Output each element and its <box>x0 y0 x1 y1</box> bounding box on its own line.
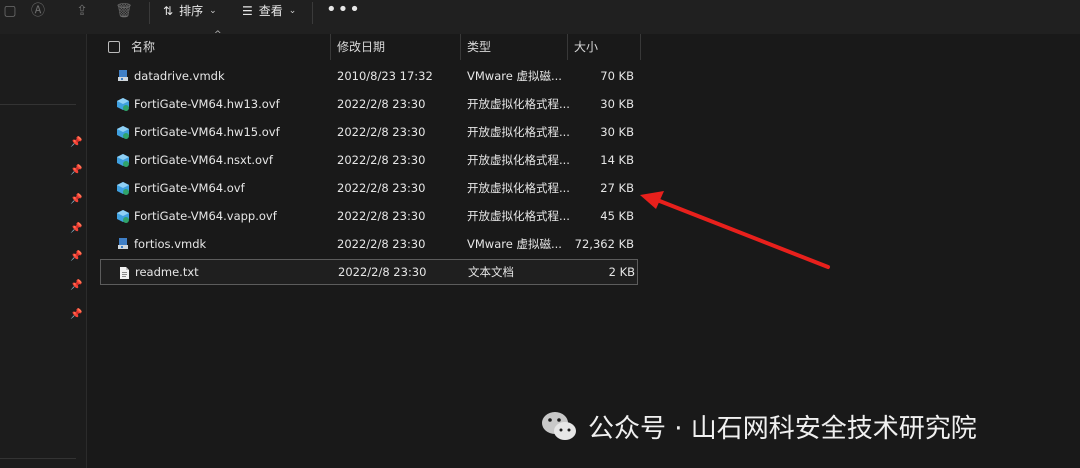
pin-icon[interactable]: 📌 <box>70 310 82 320</box>
ovf-file-icon <box>117 210 129 223</box>
nav-divider <box>0 104 76 105</box>
column-divider[interactable] <box>567 34 568 60</box>
file-row-selected[interactable]: readme.txt 2022/2/8 23:30 文本文档 2 KB <box>100 259 638 285</box>
pin-icon[interactable]: 📌 <box>70 138 82 148</box>
sort-button[interactable]: ⇅ 排序 ⌄ <box>163 2 217 20</box>
file-row[interactable]: FortiGate-VM64.vapp.ovf 2022/2/8 23:30 开… <box>100 203 638 229</box>
file-row[interactable]: fortios.vmdk 2022/2/8 23:30 VMware 虚拟磁..… <box>100 231 638 257</box>
pin-icon[interactable]: 📌 <box>70 195 82 205</box>
column-divider[interactable] <box>330 34 331 60</box>
more-options-button[interactable]: ••• <box>326 0 361 20</box>
file-row[interactable]: FortiGate-VM64.nsxt.ovf 2022/2/8 23:30 开… <box>100 147 638 173</box>
file-date: 2022/2/8 23:30 <box>337 97 426 111</box>
file-type: 文本文档 <box>468 265 514 279</box>
pin-icon[interactable]: 📌 <box>70 281 82 291</box>
chevron-down-icon: ⌄ <box>288 6 297 16</box>
file-size: 14 KB <box>600 153 634 167</box>
view-button[interactable]: ☰ 查看 ⌄ <box>242 2 296 20</box>
file-size: 72,362 KB <box>574 237 634 251</box>
file-date: 2010/8/23 17:32 <box>337 69 433 83</box>
file-date: 2022/2/8 23:30 <box>337 209 426 223</box>
file-type: 开放虚拟化格式程... <box>467 181 570 195</box>
red-arrow-annotation <box>640 191 830 269</box>
file-type: 开放虚拟化格式程... <box>467 125 570 139</box>
column-header-date[interactable]: 修改日期 <box>337 34 385 60</box>
file-date: 2022/2/8 23:30 <box>337 237 426 251</box>
toolbar-divider <box>312 2 313 24</box>
sort-icon: ⇅ <box>163 4 174 18</box>
wechat-icon <box>542 412 576 440</box>
vmdk-file-icon <box>118 70 128 81</box>
file-date: 2022/2/8 23:30 <box>337 181 426 195</box>
file-size: 30 KB <box>600 97 634 111</box>
share-icon[interactable]: ⇪ <box>72 2 92 20</box>
column-divider[interactable] <box>460 34 461 60</box>
command-bar: ▢ Ⓐ ⇪ 🗑 ⇅ 排序 ⌄ ☰ 查看 ⌄ ••• <box>0 0 1080 34</box>
pin-icon[interactable]: 📌 <box>70 252 82 262</box>
ovf-file-icon <box>117 98 129 111</box>
file-name: FortiGate-VM64.nsxt.ovf <box>134 153 273 167</box>
file-type: 开放虚拟化格式程... <box>467 209 570 223</box>
column-header-size[interactable]: 大小 <box>574 34 598 60</box>
file-name: FortiGate-VM64.hw15.ovf <box>134 125 280 139</box>
sort-label: 排序 <box>179 4 204 18</box>
file-row[interactable]: FortiGate-VM64.ovf 2022/2/8 23:30 开放虚拟化格… <box>100 175 638 201</box>
file-size: 70 KB <box>600 69 634 83</box>
ovf-file-icon <box>117 154 129 167</box>
file-name: FortiGate-VM64.vapp.ovf <box>134 209 277 223</box>
txt-file-icon <box>120 267 129 279</box>
delete-icon[interactable]: 🗑 <box>114 2 134 20</box>
view-icon: ☰ <box>242 4 253 18</box>
column-divider[interactable] <box>640 34 641 60</box>
select-all-checkbox[interactable] <box>108 41 120 53</box>
file-name: datadrive.vmdk <box>134 69 225 83</box>
rename-icon[interactable]: Ⓐ <box>28 2 48 20</box>
nav-divider <box>0 458 76 459</box>
file-row[interactable]: FortiGate-VM64.hw15.ovf 2022/2/8 23:30 开… <box>100 119 638 145</box>
chevron-down-icon: ⌄ <box>209 6 217 16</box>
view-label: 查看 <box>258 4 283 18</box>
file-date: 2022/2/8 23:30 <box>338 265 427 279</box>
column-header-type[interactable]: 类型 <box>467 34 491 60</box>
copy-icon[interactable]: ▢ <box>0 2 20 20</box>
file-date: 2022/2/8 23:30 <box>337 125 426 139</box>
file-date: 2022/2/8 23:30 <box>337 153 426 167</box>
file-name: fortios.vmdk <box>134 237 207 251</box>
file-type: VMware 虚拟磁... <box>467 69 562 83</box>
file-type: 开放虚拟化格式程... <box>467 97 570 111</box>
file-name: readme.txt <box>135 265 199 279</box>
ovf-file-icon <box>117 126 129 139</box>
file-type: 开放虚拟化格式程... <box>467 153 570 167</box>
file-size: 2 KB <box>608 265 635 279</box>
vmdk-file-icon <box>118 238 128 249</box>
pin-icon[interactable]: 📌 <box>70 224 82 234</box>
watermark-text: 公众号 · 山石网科安全技术研究院 <box>588 413 977 444</box>
toolbar-divider <box>149 2 150 24</box>
ovf-file-icon <box>117 182 129 195</box>
file-name: FortiGate-VM64.hw13.ovf <box>134 97 280 111</box>
watermark: 公众号 · 山石网科安全技术研究院 <box>540 404 977 448</box>
column-header-name[interactable]: 名称 <box>131 34 155 60</box>
file-row[interactable]: datadrive.vmdk 2010/8/23 17:32 VMware 虚拟… <box>100 63 638 89</box>
file-name: FortiGate-VM64.ovf <box>134 181 245 195</box>
file-type: VMware 虚拟磁... <box>467 237 562 251</box>
sort-ascending-icon: ^ <box>214 30 222 40</box>
file-size: 27 KB <box>600 181 634 195</box>
file-row[interactable]: FortiGate-VM64.hw13.ovf 2022/2/8 23:30 开… <box>100 91 638 117</box>
navigation-pane: 📌 📌 📌 📌 📌 📌 📌 <box>0 34 87 468</box>
file-size: 30 KB <box>600 125 634 139</box>
pin-icon[interactable]: 📌 <box>70 166 82 176</box>
file-size: 45 KB <box>600 209 634 223</box>
